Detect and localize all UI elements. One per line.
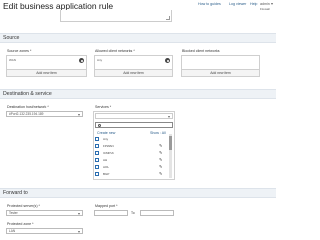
service-checkbox[interactable]	[95, 172, 99, 176]
user-menu[interactable]: admin	[260, 2, 273, 6]
forward-section-title: Forward to	[3, 190, 28, 196]
forward-section-header	[0, 188, 276, 198]
chevron-down-icon	[270, 3, 273, 6]
protected-zone-value: LAN	[9, 229, 16, 233]
service-name: AOL	[103, 164, 110, 169]
service-checkbox[interactable]	[95, 165, 99, 169]
services-create-new-link[interactable]: Create new	[97, 131, 115, 135]
service-item[interactable]: FPWAN ✎	[95, 143, 173, 149]
services-select[interactable]	[95, 113, 173, 119]
service-item[interactable]: AH ✎	[95, 157, 173, 163]
edit-pencil-icon[interactable]: ✎	[159, 157, 164, 162]
topnav-log-viewer[interactable]: Log viewer	[229, 2, 246, 6]
source-zones-label: Source zones *	[7, 49, 32, 53]
service-name: AH	[103, 157, 108, 162]
protected-zone-label: Protected zone *	[7, 222, 34, 226]
edit-pencil-icon[interactable]: ✎	[159, 171, 164, 176]
protected-server-value: Tester	[9, 211, 18, 215]
gear-icon[interactable]	[165, 58, 170, 63]
service-item[interactable]: AOL ✎	[95, 164, 173, 170]
mapped-port-to-label: To	[131, 211, 135, 215]
service-checkbox[interactable]	[95, 137, 99, 141]
topnav-help[interactable]: Help	[250, 2, 257, 6]
services-search-input[interactable]	[95, 122, 173, 128]
service-checkbox[interactable]	[95, 144, 99, 148]
description-textarea[interactable]	[60, 10, 172, 22]
edit-pencil-icon[interactable]: ✎	[159, 164, 164, 169]
source-zones-add-button[interactable]: Add new item	[7, 69, 86, 76]
service-name: Any	[103, 136, 109, 141]
mapped-port-from-input[interactable]	[94, 210, 128, 216]
blocked-networks-add-button[interactable]: Add new item	[182, 69, 259, 76]
protected-server-select[interactable]: Tester	[6, 210, 83, 216]
gear-icon[interactable]	[79, 58, 84, 63]
network-tag: Any	[97, 58, 103, 62]
service-checkbox[interactable]	[95, 151, 99, 155]
chevron-down-icon	[168, 115, 170, 118]
services-show-filter[interactable]: Show : All	[150, 131, 166, 135]
destination-section-title: Destination & service	[3, 91, 52, 97]
service-name: BGP	[103, 171, 110, 176]
service-name: ICMPv6	[103, 150, 114, 155]
destination-host-select[interactable]: #Port2-132.235.194.189	[6, 111, 83, 117]
user-role: Firewall	[260, 7, 270, 11]
service-item[interactable]: BGP ✎	[95, 171, 173, 177]
service-item[interactable]: ICMPv6 ✎	[95, 150, 173, 156]
service-name: FPWAN	[103, 143, 114, 148]
mapped-port-label: Mapped port *	[95, 204, 118, 208]
resize-handle-icon[interactable]	[166, 16, 170, 20]
blocked-networks-list: Add new item	[181, 55, 260, 77]
scrollbar-thumb[interactable]	[169, 136, 172, 150]
topnav-how-to-guides[interactable]: How to guides	[198, 2, 221, 6]
destination-host-label: Destination host/network *	[7, 105, 49, 109]
user-name: admin	[260, 2, 270, 6]
edit-pencil-icon[interactable]: ✎	[159, 150, 164, 155]
chevron-down-icon	[78, 213, 80, 215]
chevron-down-icon	[78, 231, 80, 233]
allowed-networks-add-button[interactable]: Add new item	[95, 69, 172, 76]
mapped-port-to-input[interactable]	[140, 210, 174, 216]
blocked-networks-label: Blocked client networks	[182, 49, 220, 53]
source-section-header	[0, 33, 276, 43]
allowed-networks-list: Any Add new item	[94, 55, 173, 77]
services-label: Services *	[95, 105, 112, 109]
edit-pencil-icon[interactable]: ✎	[159, 143, 164, 148]
service-checkbox[interactable]	[95, 158, 99, 162]
protected-zone-select[interactable]: LAN	[6, 228, 83, 234]
destination-host-value: #Port2-132.235.194.189	[9, 112, 44, 116]
service-item[interactable]: Any	[95, 136, 173, 142]
chevron-down-icon	[78, 114, 80, 116]
source-zones-list: WAN Add new item	[6, 55, 87, 77]
services-scrollbar[interactable]	[169, 134, 172, 178]
source-section-title: Source	[3, 35, 20, 41]
protected-server-label: Protected server(s) *	[7, 204, 40, 208]
zone-tag: WAN	[9, 58, 16, 62]
allowed-networks-label: Allowed client networks *	[95, 49, 135, 53]
search-icon	[97, 124, 101, 127]
